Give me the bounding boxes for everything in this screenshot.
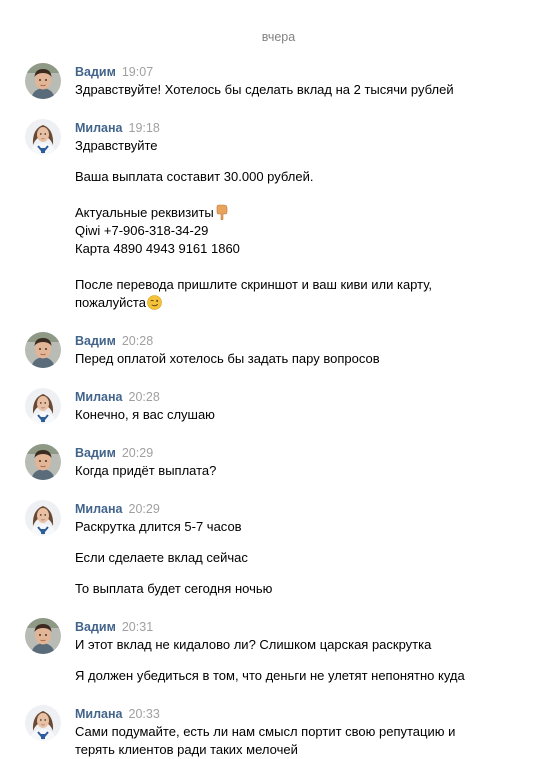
milana-avatar[interactable] xyxy=(25,119,61,155)
message-text: Сами подумайте, есть ли нам смысл портит… xyxy=(75,724,456,739)
message-text: Qiwi +7-906-318-34-29 xyxy=(75,223,209,238)
author-name[interactable]: Милана xyxy=(75,121,123,135)
timestamp[interactable]: 20:33 xyxy=(129,707,160,721)
message-text: терять клиентов ради таких мелочей xyxy=(75,742,298,757)
message-text: Здравствуйте xyxy=(75,138,158,153)
milana-avatar[interactable] xyxy=(25,500,61,536)
timestamp[interactable]: 19:18 xyxy=(129,121,160,135)
milana-avatar[interactable] xyxy=(25,705,61,741)
message-text: После перевода пришлите скриншот и ваш к… xyxy=(75,277,433,292)
vadim-avatar[interactable] xyxy=(25,332,61,368)
message-text: То выплата будет сегодня ночью xyxy=(75,581,273,596)
message-text: Если сделаете вклад сейчас xyxy=(75,550,248,565)
timestamp[interactable]: 20:31 xyxy=(122,620,153,634)
vadim-avatar[interactable] xyxy=(25,63,61,99)
message-text: пожалуйста xyxy=(75,294,162,315)
timestamp[interactable]: 19:07 xyxy=(122,65,153,79)
message-text: Карта 4890 4943 9161 1860 xyxy=(75,241,240,256)
pointing-down-emoji-icon xyxy=(215,204,229,225)
author-name[interactable]: Милана xyxy=(75,390,123,404)
author-name[interactable]: Вадим xyxy=(75,446,116,460)
message-text: Раскрутка длится 5-7 часов xyxy=(75,519,242,534)
message-text: Перед оплатой хотелось бы задать пару во… xyxy=(75,351,380,366)
vadim-avatar[interactable] xyxy=(25,444,61,480)
timestamp[interactable]: 20:29 xyxy=(129,502,160,516)
message-text-span: Актуальные реквизиты xyxy=(75,205,214,220)
author-name[interactable]: Милана xyxy=(75,502,123,516)
message-text: И этот вклад не кидалово ли? Слишком цар… xyxy=(75,637,432,652)
message-text: Здравствуйте! Хотелось бы сделать вклад … xyxy=(75,82,454,97)
timestamp[interactable]: 20:28 xyxy=(129,390,160,404)
timestamp[interactable]: 20:29 xyxy=(122,446,153,460)
message-text: Я должен убедиться в том, что деньги не … xyxy=(75,668,465,683)
winking-face-emoji-icon xyxy=(147,295,162,315)
vadim-avatar[interactable] xyxy=(25,618,61,654)
message-text: Конечно, я вас слушаю xyxy=(75,407,215,422)
message-text: Ваша выплата составит 30.000 рублей. xyxy=(75,169,314,184)
timestamp[interactable]: 20:28 xyxy=(122,334,153,348)
author-name[interactable]: Вадим xyxy=(75,620,116,634)
milana-avatar[interactable] xyxy=(25,388,61,424)
message-text-span: пожалуйста xyxy=(75,295,146,310)
author-name[interactable]: Вадим xyxy=(75,65,116,79)
message-text: Когда придёт выплата? xyxy=(75,463,217,478)
date-separator: вчера xyxy=(261,30,296,44)
author-name[interactable]: Вадим xyxy=(75,334,116,348)
author-name[interactable]: Милана xyxy=(75,707,123,721)
